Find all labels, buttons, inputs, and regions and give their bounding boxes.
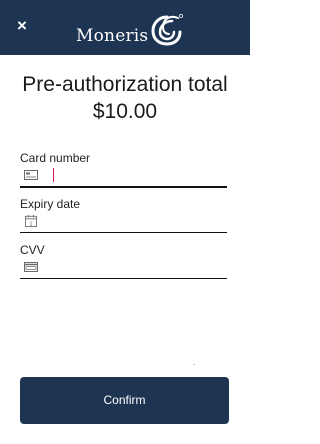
expiry-date-input[interactable] <box>50 213 220 229</box>
calendar-icon: 1 <box>25 215 37 227</box>
card-number-row[interactable] <box>20 166 227 188</box>
expiry-date-field: Expiry date 1 <box>20 196 227 233</box>
cvv-input[interactable] <box>50 259 220 275</box>
close-button[interactable]: × <box>12 15 32 37</box>
top-bar: × Moneris <box>0 0 250 55</box>
expiry-date-row[interactable]: 1 <box>20 212 227 233</box>
cvv-label: CVV <box>20 243 45 257</box>
total-amount: $10.00 <box>92 100 158 123</box>
confirm-button[interactable]: Confirm <box>20 377 229 424</box>
svg-text:1: 1 <box>29 221 32 227</box>
payment-screen: × Moneris Pre-authorization total $10.00… <box>0 0 250 444</box>
credit-card-icon <box>24 170 38 180</box>
expiry-date-label: Expiry date <box>20 197 81 211</box>
brand-logo: Moneris <box>76 10 184 50</box>
card-number-input[interactable] <box>50 167 220 183</box>
cvv-field: CVV <box>20 242 227 279</box>
brand-name: Moneris <box>76 26 149 46</box>
moneris-swirl-logo-icon <box>151 14 184 46</box>
divider-mark <box>193 364 195 365</box>
text-caret <box>53 168 54 182</box>
page-title: Pre-authorization total <box>22 73 228 96</box>
card-number-label: Card number <box>20 151 91 165</box>
cvv-card-icon <box>24 262 38 272</box>
cvv-row[interactable] <box>20 258 227 279</box>
card-number-field: Card number <box>20 150 227 188</box>
